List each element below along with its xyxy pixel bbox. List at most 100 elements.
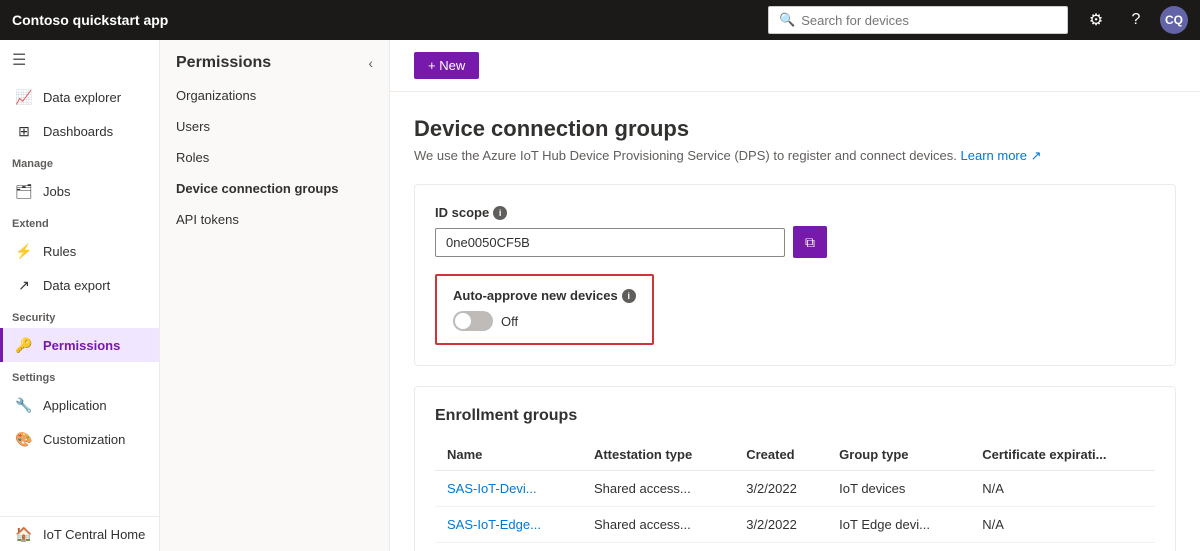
table-row: SAS-IoT-Edge... Shared access... 3/2/202… — [435, 507, 1155, 543]
sidebar-item-label: Rules — [43, 244, 76, 259]
table-row: SAS-IoT-Devi... Shared access... 3/2/202… — [435, 471, 1155, 507]
col-cert-expiration: Certificate expirati... — [970, 439, 1155, 471]
sidebar-item-application[interactable]: 🔧 Application — [0, 388, 159, 422]
content-toolbar: + New — [390, 40, 1200, 92]
cell-group-type: IoT devices — [827, 471, 970, 507]
second-nav-device-connection-groups[interactable]: Device connection groups — [160, 173, 389, 204]
data-export-icon: ↗ — [15, 276, 33, 294]
main-layout: ☰ 📈 Data explorer ⊞ Dashboards Manage 🗂 … — [0, 40, 1200, 551]
sidebar-item-label: Permissions — [43, 338, 120, 353]
sidebar-item-label: Data explorer — [43, 90, 121, 105]
sidebar-item-dashboards[interactable]: ⊞ Dashboards — [0, 114, 159, 148]
enrollment-section: Enrollment groups Name Attestation type … — [414, 386, 1176, 551]
settings-section-label: Settings — [0, 362, 159, 388]
col-name: Name — [435, 439, 582, 471]
id-scope-input[interactable] — [435, 228, 785, 257]
jobs-icon: 🗂 — [15, 182, 33, 200]
cell-cert-expiration: N/A — [970, 471, 1155, 507]
content-body: Device connection groups We use the Azur… — [390, 92, 1200, 551]
sidebar-item-rules[interactable]: ⚡ Rules — [0, 234, 159, 268]
application-icon: 🔧 — [15, 396, 33, 414]
hamburger-button[interactable]: ☰ — [0, 40, 159, 80]
auto-approve-box: Auto-approve new devices i Off — [435, 274, 654, 345]
settings-icon: ⚙ — [1089, 10, 1103, 30]
leftnav: ☰ 📈 Data explorer ⊞ Dashboards Manage 🗂 … — [0, 40, 160, 551]
enrollment-title: Enrollment groups — [435, 407, 1155, 425]
sidebar-item-customization[interactable]: 🎨 Customization — [0, 422, 159, 456]
sidebar-item-label: Customization — [43, 432, 125, 447]
home-icon: 🏠 — [15, 525, 33, 543]
sidebar-item-label: Application — [43, 398, 107, 413]
sidebar-item-label: Dashboards — [43, 124, 113, 139]
row-name-link[interactable]: SAS-IoT-Edge... — [447, 517, 541, 532]
app-title: Contoso quickstart app — [12, 12, 756, 28]
second-nav-roles[interactable]: Roles — [160, 142, 389, 173]
settings-button[interactable]: ⚙ — [1080, 4, 1112, 36]
sidebar-item-jobs[interactable]: 🗂 Jobs — [0, 174, 159, 208]
page-title: Device connection groups — [414, 116, 1176, 142]
table-header-row: Name Attestation type Created Group type… — [435, 439, 1155, 471]
sidebar-item-label: Data export — [43, 278, 110, 293]
search-box[interactable]: 🔍 — [768, 6, 1068, 34]
sidebar-item-data-export[interactable]: ↗ Data export — [0, 268, 159, 302]
collapse-button[interactable]: ‹ — [368, 55, 373, 71]
avatar[interactable]: CQ — [1160, 6, 1188, 34]
sidebar-item-permissions[interactable]: 🔑 Permissions — [0, 328, 159, 362]
nav-bottom: 🏠 IoT Central Home — [0, 516, 159, 551]
connection-card: ID scope i ⧉ Auto-approve new devices i — [414, 184, 1176, 366]
topbar-icons: ⚙ ? CQ — [1080, 4, 1188, 36]
permissions-icon: 🔑 — [15, 336, 33, 354]
sidebar-item-data-explorer[interactable]: 📈 Data explorer — [0, 80, 159, 114]
second-nav-organizations[interactable]: Organizations — [160, 80, 389, 111]
search-icon: 🔍 — [779, 12, 795, 28]
cell-cert-expiration: N/A — [970, 507, 1155, 543]
cell-name[interactable]: SAS-IoT-Edge... — [435, 507, 582, 543]
customization-icon: 🎨 — [15, 430, 33, 448]
sidebar-item-label: Jobs — [43, 184, 70, 199]
auto-approve-state: Off — [501, 314, 518, 329]
cell-created: 3/2/2022 — [734, 507, 827, 543]
second-nav-api-tokens[interactable]: API tokens — [160, 204, 389, 235]
topbar: Contoso quickstart app 🔍 ⚙ ? CQ — [0, 0, 1200, 40]
dashboards-icon: ⊞ — [15, 122, 33, 140]
manage-section-label: Manage — [0, 148, 159, 174]
cell-group-type: IoT Edge devi... — [827, 507, 970, 543]
id-scope-field-row: ⧉ — [435, 226, 1155, 258]
auto-approve-toggle[interactable] — [453, 311, 493, 331]
data-explorer-icon: 📈 — [15, 88, 33, 106]
cell-name[interactable]: SAS-IoT-Devi... — [435, 471, 582, 507]
toggle-row: Off — [453, 311, 636, 331]
id-scope-info-icon[interactable]: i — [493, 206, 507, 220]
help-icon: ? — [1132, 11, 1141, 29]
new-button-label: + New — [428, 58, 465, 73]
content-area: + New Device connection groups We use th… — [390, 40, 1200, 551]
copy-button[interactable]: ⧉ — [793, 226, 827, 258]
second-nav-users[interactable]: Users — [160, 111, 389, 142]
toggle-slider — [453, 311, 493, 331]
cell-created: 3/2/2022 — [734, 471, 827, 507]
row-name-link[interactable]: SAS-IoT-Devi... — [447, 481, 537, 496]
col-group-type: Group type — [827, 439, 970, 471]
new-button[interactable]: + New — [414, 52, 479, 79]
help-button[interactable]: ? — [1120, 4, 1152, 36]
sidebar-item-iot-central-home[interactable]: 🏠 IoT Central Home — [0, 517, 159, 551]
second-panel-header: Permissions ‹ — [160, 40, 389, 80]
second-panel: Permissions ‹ Organizations Users Roles … — [160, 40, 390, 551]
cell-attestation: Shared access... — [582, 471, 734, 507]
auto-approve-label: Auto-approve new devices i — [453, 288, 636, 303]
copy-icon: ⧉ — [805, 234, 815, 251]
col-attestation: Attestation type — [582, 439, 734, 471]
learn-more-link[interactable]: Learn more ↗ — [961, 148, 1042, 163]
extend-section-label: Extend — [0, 208, 159, 234]
cell-attestation: Shared access... — [582, 507, 734, 543]
col-created: Created — [734, 439, 827, 471]
id-scope-label: ID scope i — [435, 205, 1155, 220]
security-section-label: Security — [0, 302, 159, 328]
sidebar-item-label: IoT Central Home — [43, 527, 145, 542]
page-subtitle: We use the Azure IoT Hub Device Provisio… — [414, 148, 1176, 164]
enrollment-table: Name Attestation type Created Group type… — [435, 439, 1155, 543]
rules-icon: ⚡ — [15, 242, 33, 260]
auto-approve-info-icon[interactable]: i — [622, 289, 636, 303]
search-input[interactable] — [801, 13, 1057, 28]
second-panel-title: Permissions — [176, 54, 271, 72]
